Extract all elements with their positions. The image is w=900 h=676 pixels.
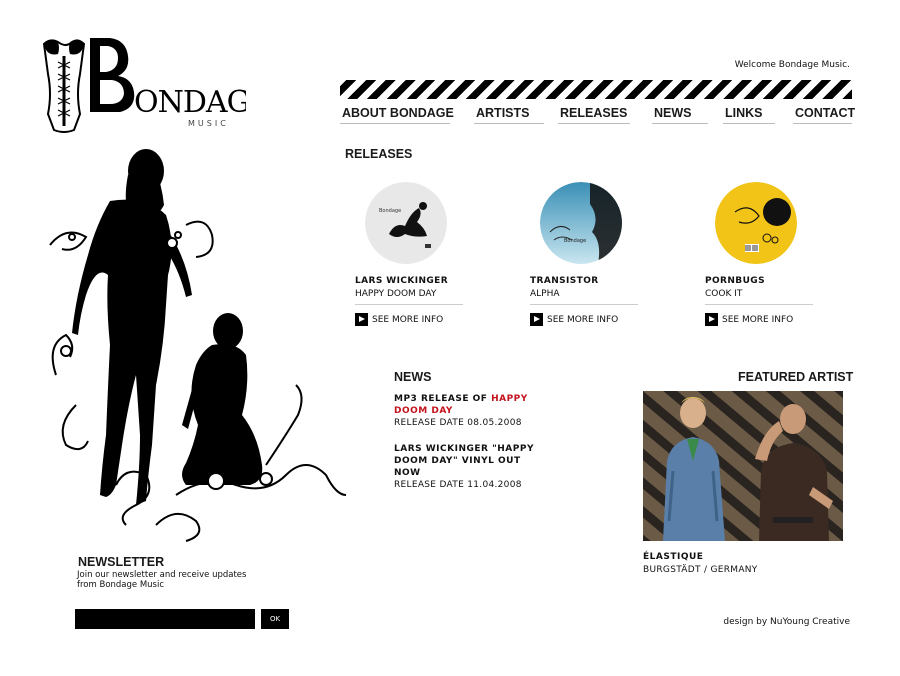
news-title: LARS WICKINGER "HAPPY DOOM DAY" VINYL OU… bbox=[394, 443, 544, 479]
see-more-info-label: SEE MORE INFO bbox=[372, 314, 444, 325]
nav-about-bondage[interactable]: ABOUT BONDAGE bbox=[340, 104, 454, 124]
release-card: Bondage TRANSISTOR ALPHA SEE MORE INFO bbox=[530, 182, 640, 326]
see-more-info-link[interactable]: SEE MORE INFO bbox=[530, 313, 640, 326]
nav-news[interactable]: NEWS bbox=[652, 104, 708, 124]
svg-text:MUSIC: MUSIC bbox=[188, 119, 229, 128]
release-cover-image[interactable]: Bondage bbox=[540, 182, 622, 264]
release-cover-image[interactable]: Bondage bbox=[365, 182, 447, 264]
divider bbox=[355, 304, 463, 305]
news-date: RELEASE DATE 11.04.2008 bbox=[394, 480, 522, 490]
release-title: COOK IT bbox=[705, 289, 743, 299]
news-date: RELEASE DATE 08.05.2008 bbox=[394, 418, 522, 428]
releases-heading: RELEASES bbox=[345, 147, 413, 161]
release-cover-image[interactable] bbox=[715, 182, 797, 264]
see-more-info-label: SEE MORE INFO bbox=[722, 314, 794, 325]
logo-graphic: ONDAGE MUSIC bbox=[42, 38, 246, 133]
bondage-logo[interactable]: ONDAGE MUSIC bbox=[36, 34, 246, 138]
see-more-info-label: SEE MORE INFO bbox=[547, 314, 619, 325]
release-card: Bondage LARS WICKINGER HAPPY DOOM DAY SE… bbox=[355, 182, 465, 326]
news-title-text: MP3 RELEASE OF bbox=[394, 394, 492, 404]
news-title: MP3 RELEASE OF HAPPY DOOM DAY bbox=[394, 393, 544, 417]
featured-artist-name[interactable]: ÉLASTIQUE bbox=[643, 552, 703, 562]
newsletter-ok-button[interactable]: OK bbox=[261, 609, 289, 629]
newsletter-email-input[interactable] bbox=[75, 609, 255, 629]
news-item[interactable]: LARS WICKINGER "HAPPY DOOM DAY" VINYL OU… bbox=[394, 443, 544, 491]
newsletter-description: Join our newsletter and receive updates … bbox=[77, 570, 247, 590]
divider bbox=[705, 304, 813, 305]
nav-releases[interactable]: RELEASES bbox=[558, 104, 630, 124]
divider bbox=[530, 304, 638, 305]
nav-artists[interactable]: ARTISTS bbox=[474, 104, 544, 124]
play-arrow-icon bbox=[705, 313, 718, 326]
featured-artist-photo[interactable] bbox=[643, 391, 843, 541]
play-arrow-icon bbox=[355, 313, 368, 326]
see-more-info-link[interactable]: SEE MORE INFO bbox=[355, 313, 465, 326]
nav-contact[interactable]: CONTACT bbox=[793, 104, 855, 124]
release-card: PORNBUGS COOK IT SEE MORE INFO bbox=[705, 182, 815, 326]
svg-text:Bondage: Bondage bbox=[379, 208, 401, 214]
release-artist: TRANSISTOR bbox=[530, 276, 599, 286]
release-artist: LARS WICKINGER bbox=[355, 276, 449, 286]
news-heading: NEWS bbox=[394, 370, 432, 384]
silhouette-illustration bbox=[36, 145, 354, 543]
release-artist: PORNBUGS bbox=[705, 276, 765, 286]
svg-text:ONDAGE: ONDAGE bbox=[134, 85, 246, 120]
release-title: ALPHA bbox=[530, 289, 560, 299]
featured-artist-heading: FEATURED ARTIST bbox=[738, 370, 854, 384]
main-nav: ABOUT BONDAGE ARTISTS RELEASES NEWS LINK… bbox=[340, 104, 855, 126]
news-item[interactable]: MP3 RELEASE OF HAPPY DOOM DAY RELEASE DA… bbox=[394, 393, 544, 429]
designer-credit[interactable]: design by NuYoung Creative bbox=[723, 617, 850, 627]
newsletter-heading: NEWSLETTER bbox=[78, 555, 165, 569]
play-arrow-icon bbox=[530, 313, 543, 326]
svg-text:Bondage: Bondage bbox=[564, 238, 586, 244]
featured-artist-location: BURGSTÄDT / GERMANY bbox=[643, 565, 758, 575]
welcome-text: Welcome Bondage Music. bbox=[734, 60, 850, 70]
nav-links[interactable]: LINKS bbox=[723, 104, 775, 124]
news-title-text: LARS WICKINGER "HAPPY DOOM DAY" VINYL OU… bbox=[394, 444, 534, 478]
decorative-stripe-bar bbox=[340, 80, 852, 99]
see-more-info-link[interactable]: SEE MORE INFO bbox=[705, 313, 815, 326]
release-title: HAPPY DOOM DAY bbox=[355, 289, 437, 299]
